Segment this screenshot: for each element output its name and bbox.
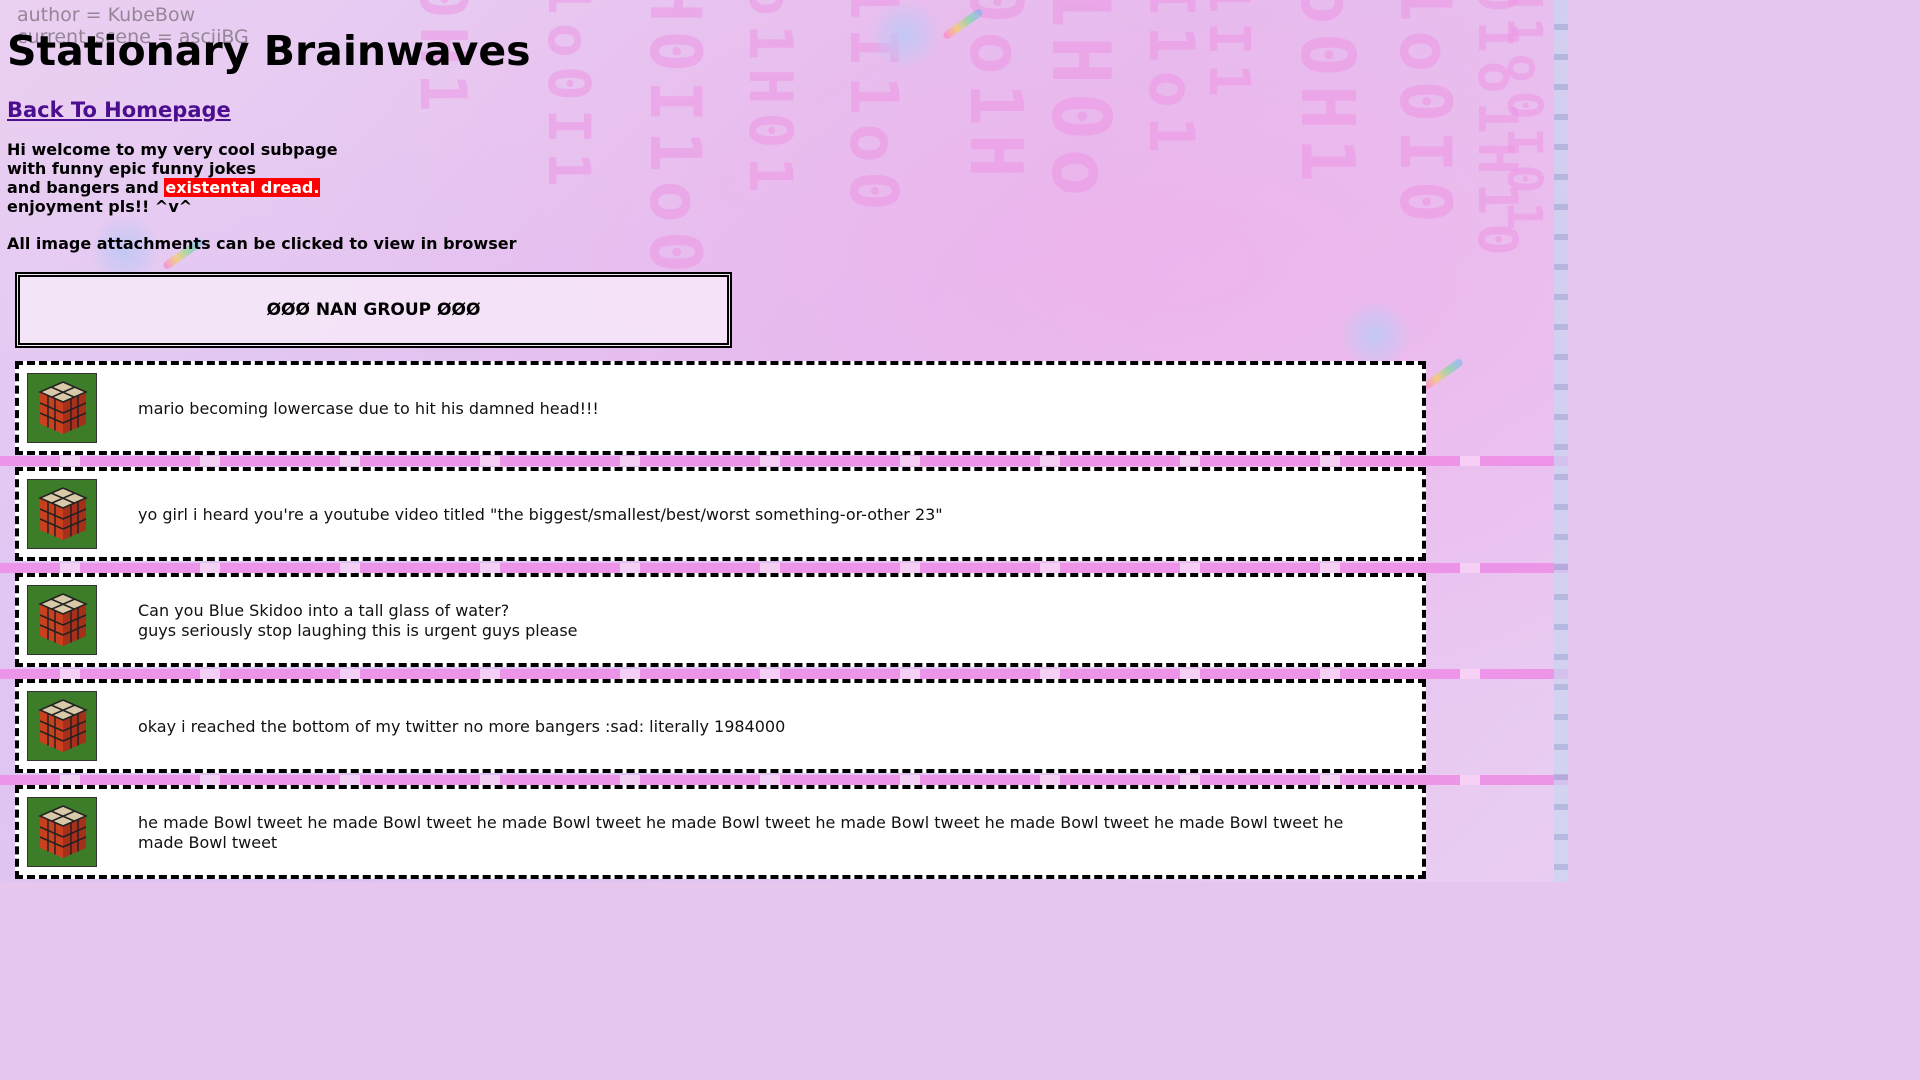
- background-glyph-column: o1H01: [735, 0, 805, 201]
- intro-line: Hi welcome to my very cool subpage: [7, 140, 338, 159]
- background-glyph-column: 1I1: [1196, 0, 1261, 106]
- tweet-line: Can you Blue Skidoo into a tall glass of…: [138, 601, 510, 620]
- tweet-line: he made Bowl tweet he made Bowl tweet he…: [138, 813, 1344, 852]
- tweet-text: Can you Blue Skidoo into a tall glass of…: [138, 601, 1382, 641]
- tweet-card: he made Bowl tweet he made Bowl tweet he…: [15, 785, 1426, 879]
- page-title: Stationary Brainwaves: [7, 27, 531, 75]
- tweet-card: okay i reached the bottom of my twitter …: [15, 679, 1426, 773]
- rubiks-cube-icon: [38, 381, 88, 434]
- background-stripe: [0, 775, 1568, 785]
- tweet-text: yo girl i heard you're a youtube video t…: [138, 505, 1382, 525]
- tweet-text: okay i reached the bottom of my twitter …: [138, 717, 1382, 737]
- attachments-note: All image attachments can be clicked to …: [7, 234, 517, 253]
- tweet-card: Can you Blue Skidoo into a tall glass of…: [15, 573, 1426, 667]
- group-header: ØØØ NAN GROUP ØØØ: [15, 272, 732, 348]
- background-glyph-column: 0o1H: [954, 0, 1038, 186]
- intro-line: with funny epic funny jokes: [7, 159, 257, 178]
- background-sparkle: [1340, 300, 1410, 370]
- intro-line: enjoyment pls!! ^v^: [7, 197, 193, 216]
- background-stripe: [0, 669, 1568, 679]
- avatar[interactable]: [27, 585, 97, 655]
- tweet-card: yo girl i heard you're a youtube video t…: [15, 467, 1426, 561]
- avatar[interactable]: [27, 373, 97, 443]
- tweet-line: mario becoming lowercase due to hit his …: [138, 399, 599, 418]
- background-glyph-column: H1o0I01: [1496, 0, 1552, 239]
- debug-author: author = KubeBow: [17, 4, 196, 26]
- tweet-text: mario becoming lowercase due to hit his …: [138, 399, 1382, 419]
- background-glyph-column: 1o0I0: [1384, 0, 1466, 231]
- intro-line-prefix: and bangers and: [7, 178, 159, 197]
- background-edge-strip: [1554, 0, 1568, 882]
- background-sparkle: [870, 0, 940, 70]
- tweet-line: okay i reached the bottom of my twitter …: [138, 717, 786, 736]
- rubiks-cube-icon: [38, 805, 88, 858]
- avatar[interactable]: [27, 797, 97, 867]
- background-glyph-column: I1o1: [1135, 0, 1208, 162]
- tweet-text: he made Bowl tweet he made Bowl tweet he…: [138, 813, 1382, 853]
- avatar[interactable]: [27, 479, 97, 549]
- tweet-line: guys seriously stop laughing this is urg…: [138, 621, 578, 640]
- background-glyph-column: 1o0I1: [535, 0, 603, 195]
- background-glyph-column: H0I1o0: [634, 0, 716, 281]
- intro-text: Hi welcome to my very cool subpage with …: [7, 140, 338, 216]
- back-to-homepage-link[interactable]: Back To Homepage: [7, 98, 231, 122]
- intro-line: and bangers and existental dread.: [7, 178, 338, 197]
- dread-highlight: existental dread.: [164, 178, 321, 197]
- group-header-label: ØØØ NAN GROUP ØØØ: [266, 300, 481, 320]
- background-stripe: [0, 456, 1568, 466]
- avatar[interactable]: [27, 691, 97, 761]
- background-stripe: [0, 563, 1568, 573]
- rubiks-cube-icon: [38, 593, 88, 646]
- background-glyph-column: 1H0o: [1034, 0, 1127, 205]
- tweet-line: yo girl i heard you're a youtube video t…: [138, 505, 943, 524]
- rubiks-cube-icon: [38, 699, 88, 752]
- background-glyph-column: o0H1: [1284, 0, 1370, 191]
- rubiks-cube-icon: [38, 487, 88, 540]
- tweet-card: mario becoming lowercase due to hit his …: [15, 361, 1426, 455]
